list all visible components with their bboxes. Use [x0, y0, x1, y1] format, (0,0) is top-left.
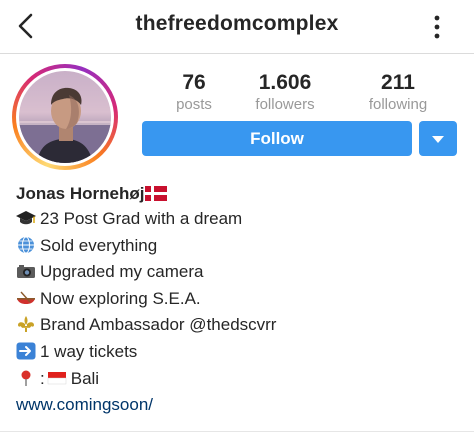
bio-line: 1 way tickets [16, 339, 456, 366]
profile-bio: Jonas Hornehøj 23 Post Grad with a dream… [16, 181, 456, 418]
bio-line: Now exploring S.E.A. [16, 286, 456, 313]
following-count: 211 [381, 71, 415, 94]
pin-icon [21, 370, 31, 386]
caret-down-icon [432, 136, 444, 143]
vertical-ellipsis-icon [434, 15, 440, 39]
followers-count: 1.606 [258, 71, 312, 94]
avatar-story-ring[interactable] [12, 64, 118, 170]
divider [0, 431, 474, 432]
graduation-cap-icon [16, 211, 36, 225]
profile-name-line: Jonas Hornehøj [16, 181, 456, 206]
indonesia-flag-icon [47, 371, 66, 384]
followers-stat[interactable]: 1.606 followers [230, 70, 340, 114]
more-options-button[interactable] [430, 14, 444, 40]
bio-line: Upgraded my camera [16, 259, 456, 286]
avatar [19, 71, 111, 163]
suggested-accounts-button[interactable] [419, 121, 457, 156]
avatar-photo [19, 71, 111, 163]
website-link[interactable]: www.comingsoon/ [16, 392, 456, 418]
fleur-de-lis-icon [18, 316, 34, 333]
denmark-flag-icon [145, 186, 168, 201]
canoe-icon [17, 291, 35, 304]
profile-username: thefreedomcomplex [135, 12, 339, 35]
bio-line: Brand Ambassador @thedscvrr [16, 312, 456, 339]
followers-label: followers [255, 96, 315, 113]
following-label: following [368, 96, 428, 113]
camera-icon [17, 265, 35, 279]
bio-line: 23 Post Grad with a dream [16, 206, 456, 233]
right-arrow-icon [16, 342, 36, 360]
globe-icon [18, 236, 34, 254]
follow-button[interactable]: Follow [142, 121, 412, 156]
profile-header: thefreedomcomplex [0, 0, 474, 54]
bio-line: Sold everything [16, 233, 456, 260]
profile-name: Jonas Hornehøj [16, 184, 145, 203]
following-stat[interactable]: 211 following [343, 70, 453, 114]
bio-line: : Bali [16, 366, 456, 393]
